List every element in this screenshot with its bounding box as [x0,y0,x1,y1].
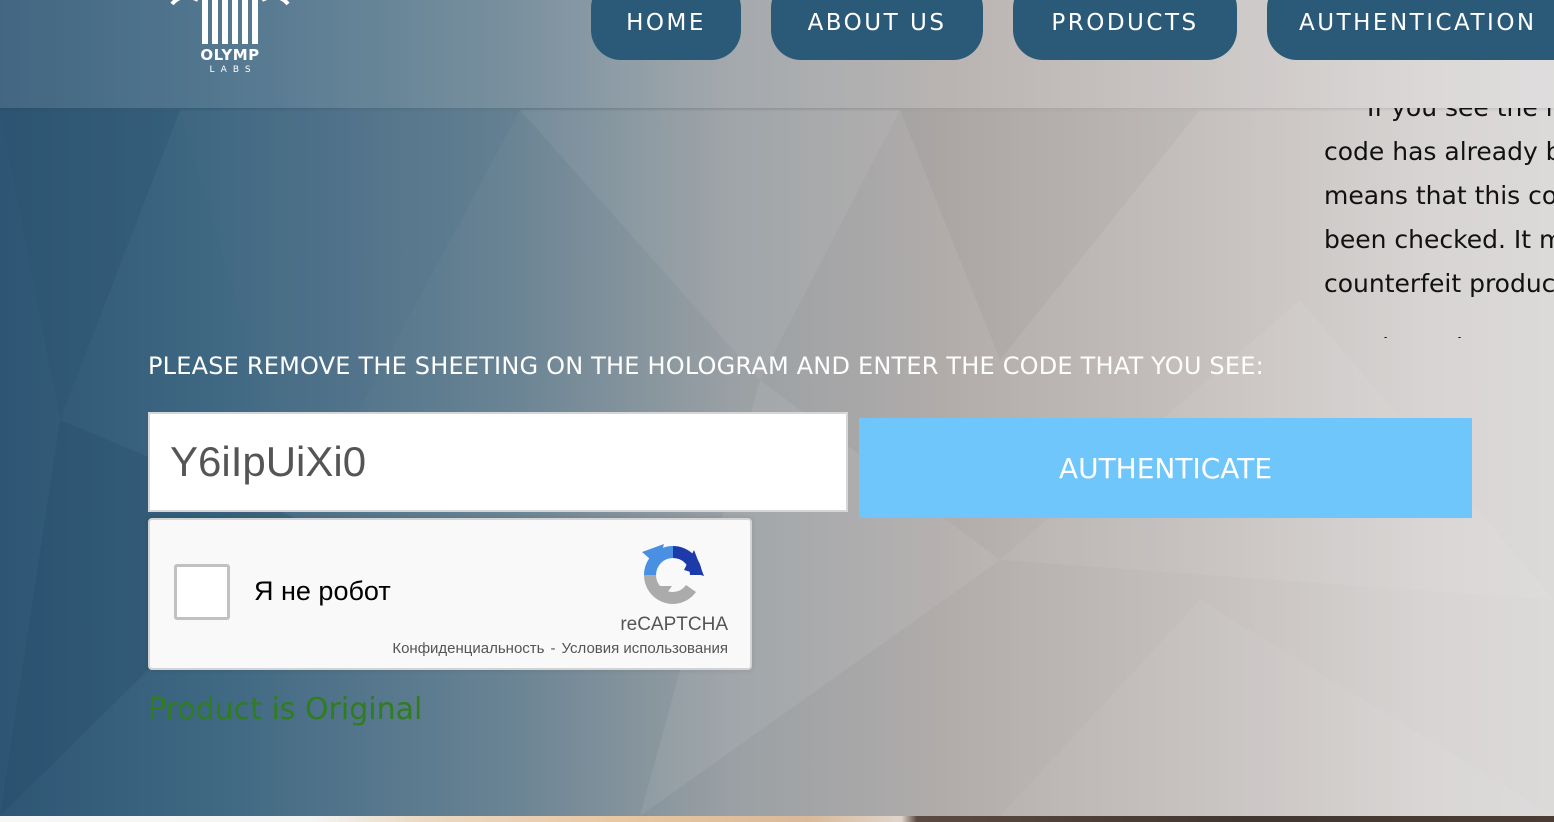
brand-name: OLYMP [200,46,260,64]
site-header: OLYMP LABS HOME ABOUT US PRODUCTS AUTHEN… [0,0,1554,108]
nav-authentication[interactable]: AUTHENTICATION [1267,0,1554,60]
code-input[interactable] [148,412,848,512]
recaptcha-logo-icon [642,544,704,604]
bottom-image-strip [0,816,1554,822]
side-paragraph-beware: Please beware of fakes and buy only from… [1324,326,1554,338]
side-text-column: If you see the message "This code has al… [1324,108,1554,338]
code-instructions: PLEASE REMOVE THE SHEETING ON THE HOLOGR… [148,352,1264,380]
column-logo-icon [170,0,290,44]
recaptcha-widget: Я не робот reCAPTCHA Конфиденциальность -… [148,518,752,670]
nav-products[interactable]: PRODUCTS [1013,0,1237,60]
page: OLYMP LABS HOME ABOUT US PRODUCTS AUTHEN… [0,0,1554,822]
recaptcha-brand: reCAPTCHA [620,614,728,635]
authenticate-button[interactable]: AUTHENTICATE [859,418,1472,518]
side-paragraph-warning: If you see the message "This code has al… [1324,108,1554,298]
recaptcha-label: Я не робот [254,576,391,606]
recaptcha-checkbox[interactable] [174,564,230,620]
recaptcha-links: Конфиденциальность - Условия использования [392,640,728,657]
recaptcha-privacy-link[interactable]: Конфиденциальность [392,640,544,657]
recaptcha-terms-link[interactable]: Условия использования [562,640,729,657]
result-message: Product is Original [148,692,423,727]
recaptcha-links-separator: - [550,640,556,657]
brand-subtitle: LABS [209,65,257,75]
nav-about-us[interactable]: ABOUT US [771,0,983,60]
nav-home[interactable]: HOME [591,0,741,60]
brand-logo[interactable]: OLYMP LABS [168,0,292,82]
